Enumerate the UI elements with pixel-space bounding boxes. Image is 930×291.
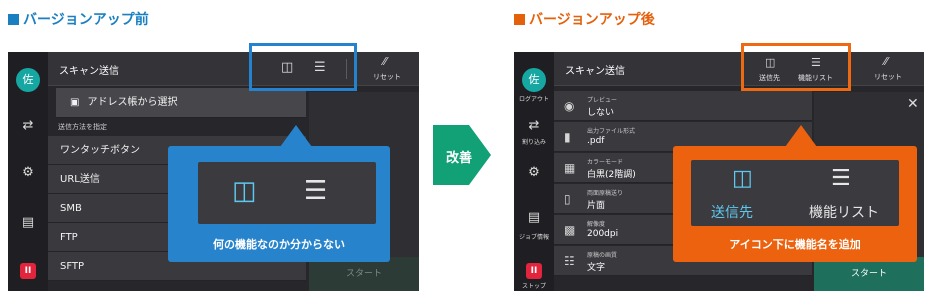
interrupt-icon[interactable]: ⇄ bbox=[8, 118, 48, 133]
interrupt-icon[interactable]: ⇄ bbox=[514, 118, 554, 133]
address-book-icon: ▣ bbox=[70, 97, 80, 108]
avatar[interactable]: 佐 bbox=[16, 68, 40, 92]
destination-icon: ◫ bbox=[732, 166, 753, 191]
reset-label[interactable]: リセット bbox=[373, 72, 401, 82]
icon-highlight-box bbox=[741, 43, 851, 91]
logout-label[interactable]: ログアウト bbox=[514, 94, 554, 103]
stop-icon[interactable]: II bbox=[20, 263, 36, 279]
section-label: 送信方法を指定 bbox=[58, 123, 107, 131]
callout-pointer bbox=[280, 125, 312, 147]
top-bar: スキャン送信 ◫ ☰ ⁄⁄ リセット bbox=[48, 52, 419, 86]
reset-icon[interactable]: ⁄⁄ bbox=[383, 55, 387, 68]
square-icon bbox=[514, 14, 525, 25]
top-bar: スキャン送信 ◫ 送信先 ☰ 機能リスト ⁄⁄ リセット bbox=[554, 52, 924, 86]
destination-icon: ◫ bbox=[232, 176, 257, 206]
reset-icon[interactable]: ⁄⁄ bbox=[884, 55, 888, 68]
gear-icon[interactable]: ⚙ bbox=[8, 165, 48, 180]
gear-icon[interactable]: ⚙ bbox=[514, 165, 554, 180]
file-icon: ▮ bbox=[564, 130, 571, 144]
interrupt-label[interactable]: 割り込み bbox=[514, 137, 554, 146]
address-book-button[interactable]: ▣ アドレス帳から選択 bbox=[56, 88, 306, 118]
callout-caption: アイコン下に機能名を追加 bbox=[729, 238, 861, 251]
stop-icon[interactable]: II bbox=[526, 263, 542, 279]
job-status-icon[interactable]: ▤ bbox=[514, 210, 554, 225]
start-button[interactable]: スタート bbox=[814, 257, 924, 291]
settings-sliders-icon: ☰ bbox=[304, 176, 328, 206]
callout-icon-panel: ◫ ☰ bbox=[198, 162, 376, 224]
improvement-label: 改善 bbox=[445, 151, 472, 166]
before-heading: バージョンアップ前 bbox=[8, 9, 149, 29]
square-icon bbox=[8, 14, 19, 25]
side-rail: 佐 ログアウト ⇄ 割り込み ⚙ ▤ ジョブ情報 II ストップ bbox=[514, 52, 554, 291]
duplex-icon: ▯ bbox=[564, 192, 571, 206]
after-callout: ◫ 送信先 ☰ 機能リスト アイコン下に機能名を追加 bbox=[673, 146, 917, 262]
feature-list-label: 機能リスト bbox=[809, 205, 879, 221]
setting-preview[interactable]: ◉ プレビュー しない bbox=[554, 91, 812, 121]
side-rail: 佐 ⇄ ⚙ ▤ II bbox=[8, 52, 48, 291]
job-info-label[interactable]: ジョブ情報 bbox=[514, 232, 554, 241]
color-mode-icon: ▦ bbox=[564, 161, 576, 175]
callout-caption: 何の機能なのか分からない bbox=[213, 238, 345, 251]
callout-icon-panel: ◫ 送信先 ☰ 機能リスト bbox=[691, 160, 899, 226]
close-icon[interactable]: ✕ bbox=[907, 96, 919, 112]
after-heading: バージョンアップ後 bbox=[514, 9, 655, 29]
eye-icon: ◉ bbox=[564, 99, 575, 113]
reset-label[interactable]: リセット bbox=[874, 72, 902, 82]
page-title: スキャン送信 bbox=[59, 66, 119, 77]
page-title: スキャン送信 bbox=[565, 66, 625, 77]
callout-pointer bbox=[785, 125, 817, 147]
job-status-icon[interactable]: ▤ bbox=[8, 215, 48, 230]
destination-label: 送信先 bbox=[711, 205, 753, 221]
start-button[interactable]: スタート bbox=[309, 257, 419, 291]
before-callout: ◫ ☰ 何の機能なのか分からない bbox=[168, 146, 390, 262]
stop-label[interactable]: ストップ bbox=[514, 281, 554, 290]
image-quality-icon: ☷ bbox=[564, 254, 575, 268]
resolution-icon: ▩ bbox=[564, 223, 576, 237]
settings-sliders-icon: ☰ bbox=[831, 166, 851, 191]
avatar[interactable]: 佐 bbox=[522, 68, 546, 92]
icon-highlight-box bbox=[249, 43, 357, 91]
